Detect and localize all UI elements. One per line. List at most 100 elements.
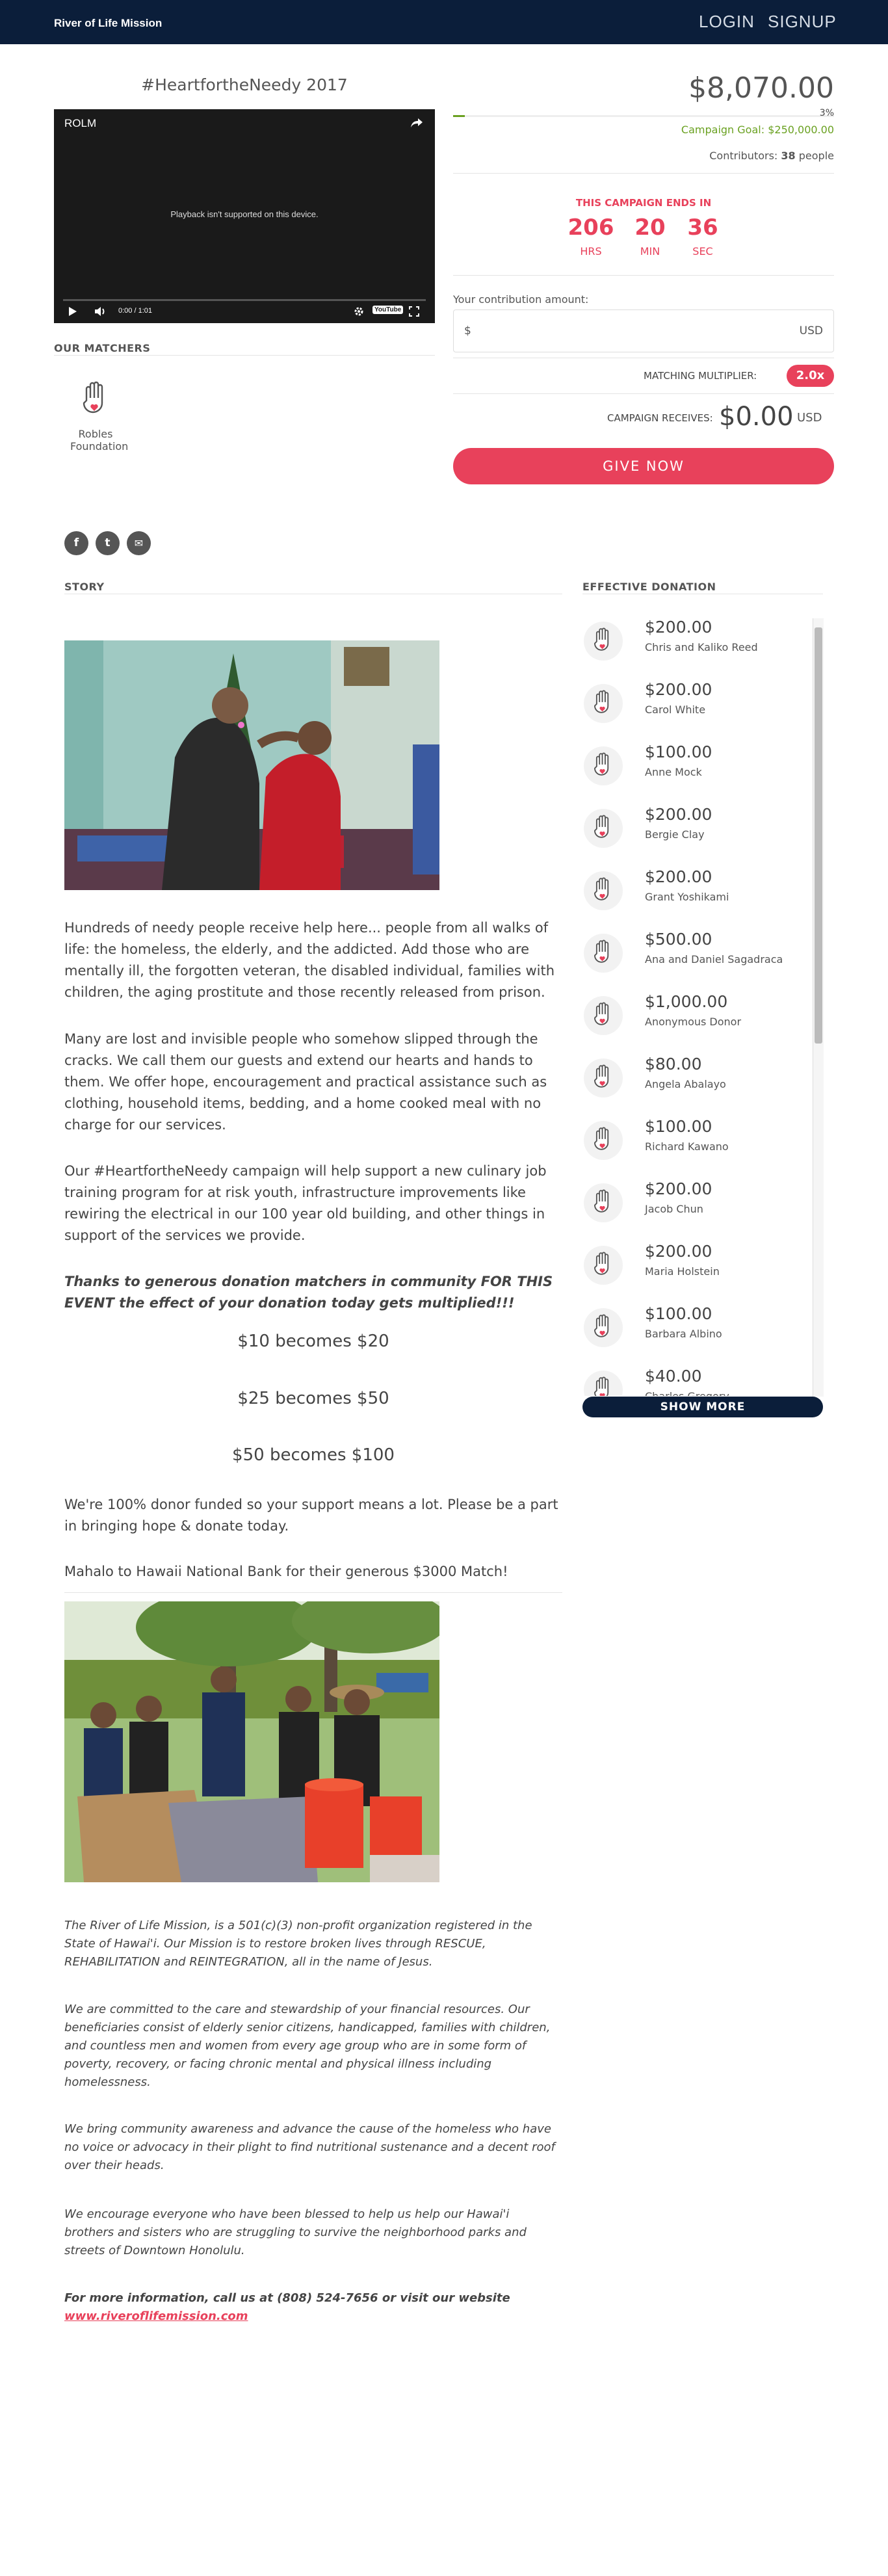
share-icon[interactable] bbox=[410, 117, 423, 131]
donor-name: Bergie Clay bbox=[645, 828, 705, 841]
story-divider-2 bbox=[64, 1592, 562, 1593]
donor-name: Grant Yoshikami bbox=[645, 891, 729, 903]
donations-heading: EFFECTIVE DONATION bbox=[582, 581, 716, 593]
donation-item: $200.00 Carol White bbox=[582, 680, 816, 743]
website-link[interactable]: www.riveroflifemission.com bbox=[64, 2309, 248, 2323]
heart-hand-icon bbox=[592, 1189, 614, 1219]
heart-hand-icon bbox=[592, 1127, 614, 1157]
story-paragraph-2: Many are lost and invisible people who s… bbox=[64, 1031, 547, 1133]
settings-gear-icon[interactable] bbox=[354, 306, 364, 319]
video-player[interactable]: ROLM Playback isn't supported on this de… bbox=[54, 109, 435, 323]
countdown-hours-label: HRS bbox=[580, 245, 602, 257]
story-photo-2 bbox=[64, 1601, 439, 1882]
donor-name: Carol White bbox=[645, 703, 706, 716]
signup-link[interactable]: SIGNUP bbox=[768, 12, 837, 32]
receives-currency: USD bbox=[797, 411, 822, 425]
donation-list[interactable]: $200.00 Chris and Kaliko Reed $200.00 Carol… bbox=[582, 618, 824, 1396]
donation-avatar bbox=[584, 746, 623, 785]
campaign-goal-value: $250,000.00 bbox=[768, 124, 834, 136]
video-progress-bar[interactable] bbox=[63, 299, 426, 301]
contribution-amount-input[interactable]: $ USD bbox=[453, 309, 834, 352]
donation-amount: $80.00 bbox=[645, 1055, 702, 1073]
matchers-heading: OUR MATCHERS bbox=[54, 342, 151, 354]
contributors-label: Contributors: bbox=[709, 150, 778, 162]
email-share-icon[interactable]: ✉ bbox=[127, 531, 151, 555]
youtube-logo[interactable]: YouTube bbox=[372, 306, 404, 314]
story-heading: STORY bbox=[64, 581, 105, 593]
countdown-seconds: 36 bbox=[687, 215, 718, 241]
donation-item: $100.00 Anne Mock bbox=[582, 743, 816, 805]
contribution-label: Your contribution amount: bbox=[453, 293, 589, 306]
volume-icon[interactable] bbox=[94, 306, 106, 319]
heart-hand-icon bbox=[592, 1376, 614, 1396]
story-paragraph-6: Mahalo to Hawaii National Bank for their… bbox=[64, 1564, 508, 1579]
right-divider-1 bbox=[453, 173, 834, 174]
donation-item: $1,000.00 Anonymous Donor bbox=[582, 992, 816, 1055]
top-navbar: River of Life Mission LOGIN SIGNUP bbox=[0, 0, 888, 44]
donation-item: $200.00 Maria Holstein bbox=[582, 1242, 816, 1304]
contributors-value: 38 bbox=[781, 150, 796, 162]
donor-name: Angela Abalayo bbox=[645, 1078, 726, 1090]
donor-name: Barbara Albino bbox=[645, 1328, 722, 1340]
donor-name: Chris and Kaliko Reed bbox=[645, 641, 758, 653]
campaign-progress-fill bbox=[453, 115, 465, 117]
donation-amount: $200.00 bbox=[645, 680, 712, 699]
heart-hand-icon bbox=[592, 752, 614, 782]
donation-avatar bbox=[584, 934, 623, 973]
scrollbar-thumb[interactable] bbox=[815, 627, 822, 1044]
campaign-progress-bar bbox=[453, 115, 834, 117]
heart-hand-icon bbox=[592, 1314, 614, 1344]
donor-name: Ana and Daniel Sagadraca bbox=[645, 953, 783, 966]
footer-contact-text: For more information, call us at (808) 5… bbox=[64, 2291, 510, 2305]
show-more-button[interactable]: SHOW MORE bbox=[582, 1397, 823, 1417]
campaign-goal-label: Campaign Goal: bbox=[681, 124, 765, 136]
receives-label: CAMPAIGN RECEIVES: bbox=[607, 412, 713, 424]
story-photo-1 bbox=[64, 640, 439, 890]
donation-avatar bbox=[584, 871, 623, 910]
story-paragraph-3: Our #HeartfortheNeedy campaign will help… bbox=[64, 1163, 547, 1243]
match-example-3: $50 becomes $100 bbox=[232, 1445, 395, 1465]
donation-item: $200.00 Bergie Clay bbox=[582, 805, 816, 867]
heart-hand-icon bbox=[592, 1064, 614, 1094]
login-link[interactable]: LOGIN bbox=[699, 12, 755, 32]
match-example-1: $10 becomes $20 bbox=[237, 1332, 389, 1351]
campaign-goal: Campaign Goal: $250,000.00 bbox=[681, 124, 834, 136]
donation-amount: $200.00 bbox=[645, 618, 712, 637]
matcher-item[interactable]: Robles Foundation bbox=[70, 381, 128, 453]
donation-amount: $200.00 bbox=[645, 805, 712, 824]
donation-avatar bbox=[584, 1121, 623, 1160]
donation-avatar bbox=[584, 1308, 623, 1347]
footer-paragraph-4: We encourage everyone who have been bles… bbox=[64, 2207, 527, 2257]
donation-item: $200.00 Jacob Chun bbox=[582, 1179, 816, 1242]
receives-value: $0.00 bbox=[719, 402, 794, 432]
right-divider-4 bbox=[453, 393, 834, 394]
play-icon[interactable] bbox=[68, 306, 77, 319]
site-brand[interactable]: River of Life Mission bbox=[54, 17, 162, 30]
donor-name: Charles Gregory bbox=[645, 1390, 729, 1396]
donation-amount: $500.00 bbox=[645, 930, 712, 949]
video-playback-message: Playback isn't supported on this device. bbox=[170, 209, 319, 219]
right-divider-2 bbox=[453, 275, 834, 276]
give-now-button[interactable]: GIVE NOW bbox=[453, 448, 834, 484]
progress-percent: 3% bbox=[819, 108, 834, 118]
heart-hand-icon bbox=[592, 815, 614, 845]
countdown-label: THIS CAMPAIGN ENDS IN bbox=[575, 197, 712, 209]
heart-hand-icon bbox=[592, 627, 614, 657]
fullscreen-icon[interactable] bbox=[409, 306, 419, 319]
currency-prefix: $ bbox=[464, 324, 471, 337]
twitter-share-icon[interactable]: t bbox=[96, 531, 120, 555]
donation-amount: $100.00 bbox=[645, 1304, 712, 1323]
donation-amount: $100.00 bbox=[645, 743, 712, 761]
facebook-share-icon[interactable]: f bbox=[64, 531, 88, 555]
currency-suffix: USD bbox=[799, 324, 823, 337]
contributors-count: Contributors: 38 people bbox=[709, 150, 834, 162]
story-paragraph-1: Hundreds of needy people receive help he… bbox=[64, 920, 555, 1000]
donation-avatar bbox=[584, 684, 623, 723]
countdown-minutes: 20 bbox=[634, 215, 666, 241]
donation-amount: $40.00 bbox=[645, 1367, 702, 1386]
donation-item: $100.00 Richard Kawano bbox=[582, 1117, 816, 1179]
donation-list-scrollbar[interactable] bbox=[813, 618, 824, 1397]
donation-amount: $100.00 bbox=[645, 1117, 712, 1136]
video-channel-title: ROLM bbox=[64, 117, 97, 129]
contributors-unit: people bbox=[798, 150, 834, 162]
